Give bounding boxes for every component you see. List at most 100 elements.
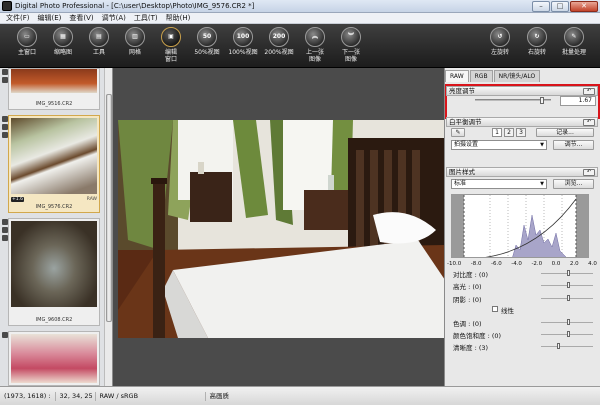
wb-preset-1[interactable]: 1 (492, 128, 502, 137)
menu-file[interactable]: 文件(F) (2, 13, 34, 24)
thumbnail-filename: IMG_9516.CR2 (35, 101, 73, 107)
edit-window-icon: ▣ (161, 27, 181, 47)
main-window-button[interactable]: ▭ 主窗口 (10, 27, 44, 56)
window-title: Digital Photo Professional - [C:\user\De… (15, 2, 255, 10)
thumbnail-scrollbar[interactable] (104, 68, 112, 386)
zoom-100-button[interactable]: 100 100%视图 (226, 27, 260, 56)
sharpness-slider[interactable] (541, 343, 593, 349)
batch-process-icon: ✎ (564, 27, 584, 47)
contrast-label: 对比度 : (0) (453, 271, 489, 279)
preview-image (118, 120, 445, 338)
histogram-axis: -10.0 -8.0 -6.0 -4.0 -2.0 0.0 2.0 4.0 (447, 261, 597, 267)
tab-raw[interactable]: RAW (445, 70, 469, 82)
brightness-slider-knob[interactable] (540, 97, 544, 104)
raw-badge: RAW (86, 197, 97, 202)
thumbnail-image (11, 118, 97, 194)
menu-edit[interactable]: 编辑(E) (34, 13, 66, 24)
image-viewer[interactable] (113, 68, 445, 386)
highlight-label: 高光 : (0) (453, 283, 482, 291)
previous-image-icon: ︽ (305, 27, 325, 47)
zoom-50-button[interactable]: 50 50%视图 (190, 27, 224, 56)
slider-knob[interactable] (567, 331, 570, 337)
cursor-coordinates: (1973, 1618) : (0, 391, 56, 401)
pixel-values: 32, 34, 25 (56, 391, 96, 401)
thumbnail-icon: ▦ (53, 27, 73, 47)
thumbnail-item[interactable]: IMG_9516.CR2 (2, 68, 100, 110)
brightness-slider[interactable] (475, 97, 551, 104)
app-icon (2, 1, 12, 11)
slider-knob[interactable] (567, 319, 570, 325)
reset-icon[interactable]: ↶ (583, 88, 595, 95)
zoom-200-button[interactable]: 200 200%视图 (262, 27, 296, 56)
tab-rgb[interactable]: RGB (469, 70, 493, 82)
tool-button[interactable]: ▤ 工具 (82, 27, 116, 56)
wb-select[interactable]: 拍摄设置 ▼ (451, 140, 547, 150)
saturation-slider[interactable] (541, 331, 593, 337)
reset-icon[interactable]: ↶ (583, 119, 595, 126)
thumbnail-item[interactable] (2, 331, 100, 386)
contrast-slider[interactable] (541, 270, 593, 276)
next-image-icon: ︾ (341, 27, 361, 47)
close-button[interactable]: ✕ (570, 1, 598, 12)
eyedropper-icon[interactable]: ✎ (451, 128, 465, 137)
next-image-button[interactable]: ︾ 下一张 图像 (334, 27, 368, 63)
menu-tools[interactable]: 工具(T) (130, 13, 162, 24)
grid-button[interactable]: ▥ 网格 (118, 27, 152, 56)
bedroom-photo (118, 120, 445, 338)
white-balance-header: 白平衡调节 ↶ (446, 117, 598, 127)
tool-tabs: RAW RGB NR/镜头/ALO (445, 70, 541, 82)
grid-icon: ▥ (125, 27, 145, 47)
rotate-right-button[interactable]: ↻ 右旋转 (520, 27, 554, 56)
tone-slider[interactable] (541, 319, 593, 325)
slider-knob[interactable] (557, 343, 560, 349)
thumbnail-button[interactable]: ▦ 缩略图 (46, 27, 80, 56)
batch-process-button[interactable]: ✎ 批量处理 (557, 27, 591, 56)
white-balance-title: 白平衡调节 (449, 118, 482, 126)
histogram[interactable] (451, 194, 589, 258)
picture-style-header: 图片样式 ↶ (446, 167, 598, 177)
toolbar: ▭ 主窗口 ▦ 缩略图 ▤ 工具 ▥ 网格 ▣ 编辑 窗口 50 50%视图 100 100%… (0, 24, 600, 68)
thumbnail-item-selected[interactable]: +1.6 RAW IMG_9576.CR2 (2, 115, 100, 213)
tab-nr-lens-alo[interactable]: NR/镜头/ALO (493, 70, 541, 82)
zoom-200-icon: 200 (269, 27, 289, 47)
previous-image-button[interactable]: ︽ 上一张 图像 (298, 27, 332, 63)
shadow-slider[interactable] (541, 295, 593, 301)
brightness-header: 亮度调节 ↶ (446, 86, 598, 96)
tone-label: 色调 : (0) (453, 320, 482, 328)
picture-style-browse-button[interactable]: 浏览... (553, 179, 594, 189)
wb-adjust-button[interactable]: 调节... (553, 140, 594, 150)
edit-window-button[interactable]: ▣ 编辑 窗口 (154, 27, 188, 63)
minimize-button[interactable]: – (532, 1, 550, 12)
thumbnail-filename: IMG_9576.CR2 (35, 204, 73, 210)
thumbnail-item[interactable]: IMG_9608.CR2 (2, 218, 100, 326)
highlight-slider[interactable] (541, 282, 593, 288)
slider-knob[interactable] (567, 295, 570, 301)
adjust-badge: +1.6 (11, 197, 24, 202)
thumbnail-image (11, 69, 97, 93)
wb-preset-2[interactable]: 2 (504, 128, 514, 137)
wb-preset-3[interactable]: 3 (516, 128, 526, 137)
rotate-left-button[interactable]: ↺ 左旋转 (483, 27, 517, 56)
menu-adjust[interactable]: 调节(A) (98, 13, 130, 24)
thumbnail-panel: IMG_9516.CR2 +1.6 RAW IMG_9576.CR2 IMG_9… (0, 68, 113, 386)
color-space: RAW / sRGB (96, 391, 206, 401)
maximize-button[interactable]: □ (551, 1, 569, 12)
linear-checkbox[interactable] (492, 306, 498, 312)
menu-view[interactable]: 查看(V) (65, 13, 97, 24)
menu-help[interactable]: 帮助(H) (162, 13, 195, 24)
tool-palette: RAW RGB NR/镜头/ALO 亮度调节 ↶ 1.67 白平衡调节 ↶ ✎ … (444, 68, 600, 386)
rotate-right-icon: ↻ (527, 27, 547, 47)
brightness-value-input[interactable]: 1.67 (560, 96, 596, 106)
slider-knob[interactable] (567, 270, 570, 276)
thumbnail-image (11, 334, 97, 383)
sharpness-label: 清晰度 : (3) (453, 344, 489, 352)
status-bar: (1973, 1618) : 32, 34, 25 RAW / sRGB 高画质 (0, 386, 600, 405)
scrollbar-thumb[interactable] (106, 94, 112, 322)
chevron-down-icon: ▼ (540, 181, 544, 187)
picture-style-select[interactable]: 标准 ▼ (451, 179, 547, 189)
reset-icon[interactable]: ↶ (583, 169, 595, 176)
slider-knob[interactable] (567, 282, 570, 288)
rotate-left-icon: ↺ (490, 27, 510, 47)
wb-record-button[interactable]: 记录... (536, 128, 594, 137)
zoom-50-icon: 50 (197, 27, 217, 47)
